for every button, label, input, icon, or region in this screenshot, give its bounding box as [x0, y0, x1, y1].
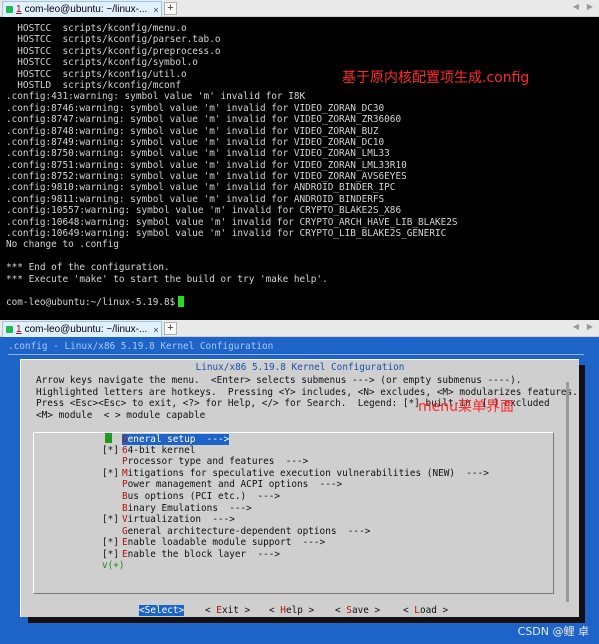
tab-bar-bottom: 1 com-leo@ubuntu: ~/linux-... × + ◀ ▶ — [0, 320, 599, 337]
terminal-line: .config:8746:warning: symbol value 'm' i… — [6, 102, 385, 114]
terminal-line: .config:8752:warning: symbol value 'm' i… — [6, 171, 407, 183]
annotation-config-generation: 基于原内核配置项生成.config — [342, 70, 530, 86]
terminal-line: .config:431:warning: symbol value 'm' in… — [6, 91, 306, 103]
tab-scroll-arrows: ◀ ▶ — [565, 322, 593, 331]
scroll-left-icon[interactable]: ◀ — [573, 2, 579, 11]
dialog-buttons: <Select> < Exit > < Help > < Save > < Load > — [21, 605, 579, 619]
dialog-button[interactable]: < Save > — [335, 605, 380, 616]
tab-number: 1 — [16, 4, 22, 15]
menu-item-state: [*] — [102, 514, 119, 526]
terminal-line: *** Execute 'make' to start the build or… — [6, 273, 328, 285]
terminal-line: .config:8751:warning: symbol value 'm' i… — [6, 159, 407, 171]
terminal-line: com-leo@ubuntu:~/linux-5.19.8$ — [6, 296, 458, 308]
more-items-indicator: v(+) — [102, 560, 125, 571]
close-tab-icon[interactable]: × — [151, 5, 161, 15]
terminal-line: .config:9811:warning: symbol value 'm' i… — [6, 193, 385, 205]
menu-item[interactable]: [*] Mitigations for speculative execution… — [102, 468, 489, 480]
terminal-lines: HOSTCC scripts/kconfig/menu.o HOSTCC scr… — [6, 23, 458, 308]
tab-scroll-arrows: ◀ ▶ — [565, 2, 593, 11]
dialog-button[interactable]: < Exit > — [205, 605, 250, 616]
config-headline: .config - Linux/x86 5.19.8 Kernel Config… — [8, 341, 274, 352]
terminal-line: HOSTCC scripts/kconfig/preprocess.o — [6, 45, 221, 57]
terminal-cursor — [178, 296, 185, 308]
terminal-line: .config:8749:warning: symbol value 'm' i… — [6, 136, 385, 148]
terminal-line: HOSTCC scripts/kconfig/menu.o — [6, 23, 187, 34]
menu-item-label: General setup ---> — [122, 434, 230, 445]
terminal-line: *** End of the configuration. — [6, 262, 170, 274]
menu-item[interactable]: Binary Emulations ---> — [102, 503, 252, 515]
dialog-button[interactable]: <Select> — [139, 605, 185, 616]
tab-title: com-leo@ubuntu: ~/linux-... — [24, 324, 148, 335]
terminal-line: .config:8748:warning: symbol value 'm' i… — [6, 125, 379, 137]
dialog-title: Linux/x86 5.19.8 Kernel Configuration — [195, 362, 405, 373]
new-tab-button[interactable]: + — [164, 322, 177, 335]
terminal-line: HOSTCC scripts/kconfig/parser.tab.o — [6, 34, 221, 46]
help-line: Arrow keys navigate the menu. <Enter> se… — [36, 375, 522, 386]
terminal-line: .config:10648:warning: symbol value 'm' … — [6, 216, 458, 228]
terminal-output-pane[interactable]: HOSTCC scripts/kconfig/menu.o HOSTCC scr… — [0, 17, 599, 320]
annotation-menu-interface: menu菜单界面 — [418, 399, 514, 415]
menu-item[interactable]: [*] Enable the block layer ---> — [102, 549, 280, 561]
menu-item[interactable]: Power management and ACPI options ---> — [102, 479, 342, 491]
headline-divider — [8, 354, 584, 355]
watermark: CSDN @鲤 卓 — [517, 625, 589, 638]
menu-item-label: Virtualization ---> — [122, 514, 235, 526]
menu-item-label: Binary Emulations ---> — [122, 502, 252, 514]
menu-item[interactable]: [*] Enable loadable module support ---> — [102, 537, 325, 549]
new-tab-button[interactable]: + — [164, 2, 177, 15]
tab-bar-top: 1 com-leo@ubuntu: ~/linux-... × + ◀ ▶ — [0, 0, 599, 17]
scroll-right-icon[interactable]: ▶ — [587, 322, 593, 331]
menu-item-label: Mitigations for speculative execution vu… — [122, 467, 489, 479]
tab-number: 1 — [16, 324, 22, 335]
menu-item-label: General architecture-dependent options -… — [122, 525, 371, 537]
session-status-icon — [6, 6, 13, 13]
close-tab-icon[interactable]: × — [151, 325, 161, 335]
menu-item-state: [*] — [102, 537, 119, 549]
menu-item-state: [*] — [102, 549, 119, 560]
menu-item[interactable]: [*] 64-bit kernel — [102, 445, 195, 457]
menu-item[interactable]: Bus options (PCI etc.) ---> — [102, 491, 280, 503]
menu-item-state: [*] — [102, 467, 119, 479]
scroll-right-icon[interactable]: ▶ — [587, 2, 593, 11]
menu-item-label: 64-bit kernel — [122, 444, 196, 456]
terminal-line: .config:9810:warning: symbol value 'm' i… — [6, 182, 396, 194]
terminal-tab-1[interactable]: 1 com-leo@ubuntu: ~/linux-... × — [2, 1, 162, 17]
dialog-button[interactable]: < Help > — [269, 605, 314, 616]
terminal-line: .config:10557:warning: symbol value 'm' … — [6, 205, 402, 217]
terminal-line: .config:8747:warning: symbol value 'm' i… — [6, 114, 402, 126]
session-status-icon — [6, 326, 13, 333]
dialog-shadow — [579, 365, 585, 623]
menu-item[interactable]: General setup ---> — [102, 433, 230, 445]
menu-item-state: [*] — [102, 444, 119, 456]
selection-marker-icon — [105, 433, 112, 443]
tab-title: com-leo@ubuntu: ~/linux-... — [24, 4, 148, 15]
menu-item-label: Power management and ACPI options ---> — [122, 479, 343, 491]
menu-item-label: Enable loadable module support ---> — [122, 537, 326, 549]
terminal-line: .config:8750:warning: symbol value 'm' i… — [6, 148, 390, 160]
menu-item-label: Processor type and features ---> — [122, 456, 309, 468]
terminal-line: .config:10649:warning: symbol value 'm' … — [6, 228, 447, 240]
menu-item-label: Enable the block layer ---> — [122, 549, 281, 560]
config-dialog: Linux/x86 5.19.8 Kernel Configuration Ar… — [20, 359, 579, 617]
terminal-line: No change to .config — [6, 239, 119, 251]
scroll-left-icon[interactable]: ◀ — [573, 322, 579, 331]
menuconfig-pane[interactable]: .config - Linux/x86 5.19.8 Kernel Config… — [0, 337, 599, 644]
menu-item-label: Bus options (PCI etc.) ---> — [122, 491, 281, 502]
dialog-button[interactable]: < Load > — [403, 605, 448, 616]
terminal-tab-2[interactable]: 1 com-leo@ubuntu: ~/linux-... × — [2, 321, 162, 337]
menu-list: v(+) General setup ---> [*] 64-bit kernel P… — [33, 432, 554, 594]
menu-item[interactable]: Processor type and features ---> — [102, 456, 308, 468]
dialog-scrollbar[interactable] — [566, 382, 569, 602]
menu-item[interactable]: [*] Virtualization ---> — [102, 514, 235, 526]
menu-item[interactable]: General architecture-dependent options -… — [102, 526, 370, 538]
